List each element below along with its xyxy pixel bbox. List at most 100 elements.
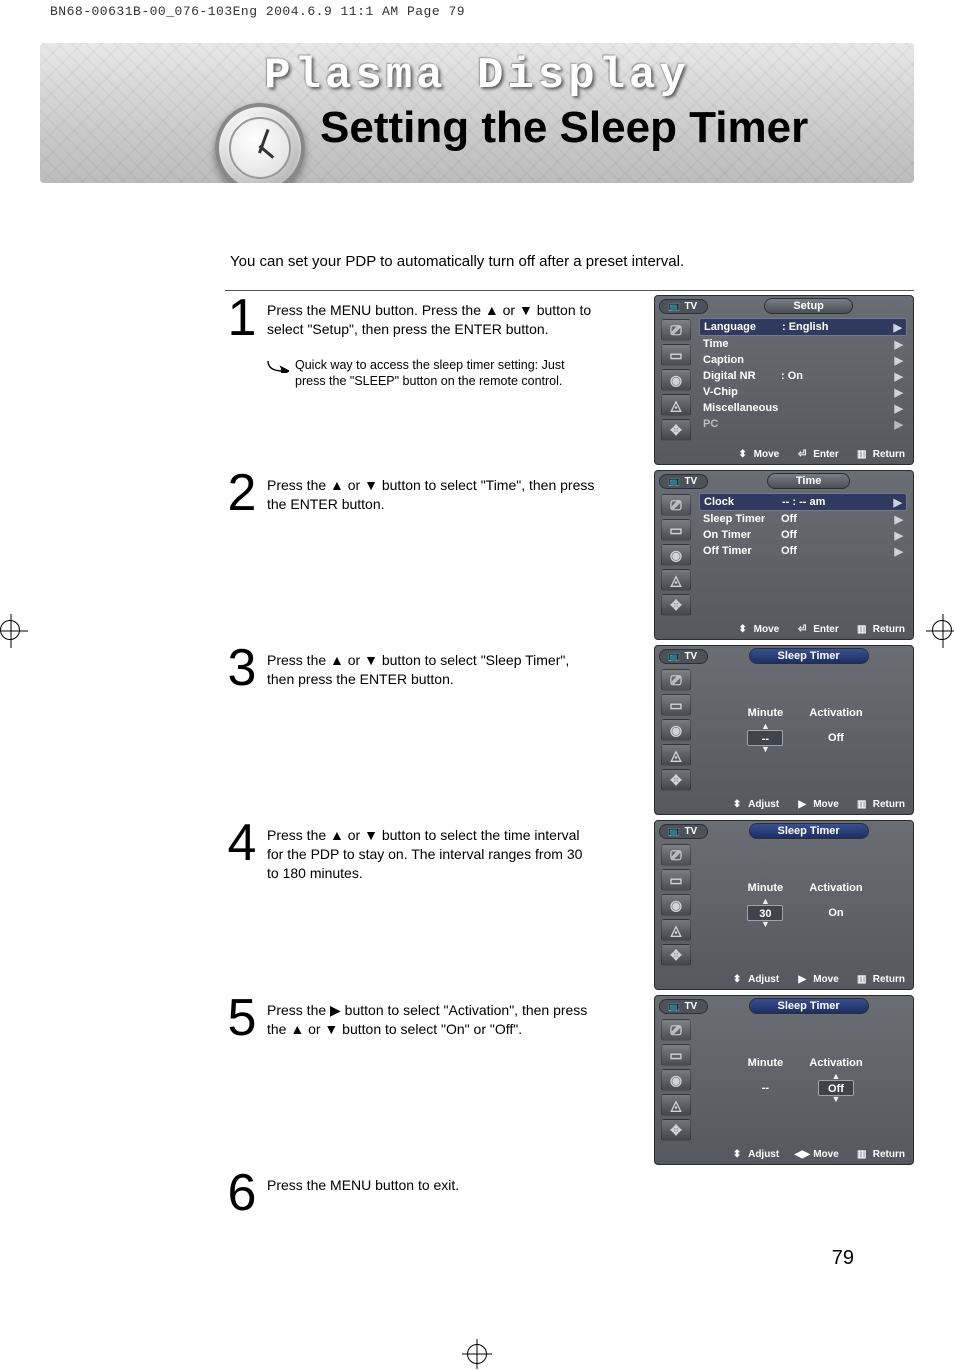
menu-label: PC — [703, 418, 781, 430]
step-text: Press the ▲ or ▼ button to select the ti… — [267, 827, 582, 881]
activation-label: Activation — [809, 882, 862, 894]
step-2: 2 Press the ▲ or ▼ button to select "Tim… — [225, 466, 914, 641]
tv-pill: 📺TV — [659, 649, 708, 664]
return-icon: ▥ — [855, 623, 869, 635]
sound-icon: ◉ — [661, 369, 691, 391]
menu-row[interactable]: Sleep TimerOff▶ — [699, 511, 907, 527]
activation-label: Activation — [809, 1057, 862, 1069]
picture-icon: ▭ — [661, 869, 691, 891]
page-title: Setting the Sleep Timer — [320, 103, 808, 153]
sound-icon: ◉ — [661, 894, 691, 916]
osd-side-icons: ⎚ ▭ ◉ ◬ ✥ — [655, 491, 697, 619]
tv-pill: 📺TV — [659, 824, 708, 839]
enter-icon: ⏎ — [795, 623, 809, 635]
return-icon: ▥ — [855, 798, 869, 810]
menu-row[interactable]: Miscellaneous▶ — [699, 400, 907, 416]
chevron-right-icon: ▶ — [893, 338, 903, 351]
menu-row[interactable]: Language: English▶ — [699, 318, 907, 336]
step-number: 6 — [225, 1170, 259, 1217]
return-icon: ▥ — [855, 973, 869, 985]
channel-icon: ◬ — [661, 1094, 691, 1116]
input-icon: ⎚ — [661, 844, 691, 866]
tv-pill: 📺TV — [659, 299, 708, 314]
osd-footer: ⬍Move ⏎Enter ▥Return — [655, 619, 913, 637]
osd-side-icons: ⎚ ▭ ◉ ◬ ✥ — [655, 666, 697, 794]
step-number: 3 — [225, 645, 259, 692]
picture-icon: ▭ — [661, 1044, 691, 1066]
osd-sleep-timer: 📺TV Sleep Timer ⎚ ▭ ◉ ◬ ✥ Minute ▲30▼ Ac… — [654, 820, 914, 990]
updown-icon: ⬍ — [736, 448, 750, 460]
page-banner: Plasma Display Setting the Sleep Timer — [40, 43, 914, 183]
minute-label: Minute — [747, 707, 783, 719]
chevron-right-icon: ▶ — [893, 418, 903, 431]
setup-icon: ✥ — [661, 419, 691, 441]
menu-row[interactable]: Off TimerOff▶ — [699, 543, 907, 559]
menu-label: Miscellaneous — [703, 402, 781, 414]
page-number: 79 — [40, 1247, 854, 1270]
channel-icon: ◬ — [661, 394, 691, 416]
menu-row[interactable]: Caption ▶ — [699, 352, 907, 368]
enter-icon: ⏎ — [795, 448, 809, 460]
menu-row[interactable]: Time ▶ — [699, 336, 907, 352]
osd-footer: ⬍Move ⏎Enter ▥Return — [655, 444, 913, 462]
step-1: 1 Press the MENU button. Press the ▲ or … — [225, 291, 914, 466]
osd-title: Time — [767, 473, 850, 489]
updown-icon: ⬍ — [736, 623, 750, 635]
input-icon: ⎚ — [661, 669, 691, 691]
osd-sleep-timer: 📺TV Sleep Timer ⎚ ▭ ◉ ◬ ✥ Minute -- Acti… — [654, 995, 914, 1165]
step-text: Press the MENU button to exit. — [267, 1177, 459, 1193]
menu-row[interactable]: On TimerOff▶ — [699, 527, 907, 543]
osd-time: 📺TV Time ⎚ ▭ ◉ ◬ ✥ Clock-- : -- am▶Sleep… — [654, 470, 914, 640]
move-icon: ◀▶ — [795, 1148, 809, 1160]
registration-mark-right — [932, 620, 954, 642]
minute-col[interactable]: Minute ▲30▼ — [747, 882, 783, 928]
menu-value: Off — [781, 513, 893, 525]
menu-row[interactable]: Clock-- : -- am▶ — [699, 493, 907, 511]
channel-icon: ◬ — [661, 919, 691, 941]
menu-row[interactable]: Digital NR: On▶ — [699, 368, 907, 384]
osd-footer: ⬍Adjust ▶Move ▥Return — [655, 969, 913, 987]
menu-label: Caption — [703, 354, 781, 366]
input-icon: ⎚ — [661, 1019, 691, 1041]
minute-label: Minute — [747, 882, 783, 894]
menu-value: : On — [781, 370, 893, 382]
return-icon: ▥ — [855, 1148, 869, 1160]
menu-label: Time — [703, 338, 781, 350]
osd-side-icons: ⎚ ▭ ◉ ◬ ✥ — [655, 1016, 697, 1144]
step-5: 5 Press the ▶ button to select "Activati… — [225, 991, 914, 1166]
activation-col[interactable]: Activation On — [809, 882, 862, 928]
chevron-right-icon: ▶ — [893, 529, 903, 542]
move-icon: ▶ — [795, 798, 809, 810]
menu-label: On Timer — [703, 529, 781, 541]
osd-title: Sleep Timer — [749, 998, 869, 1014]
step-3: 3 Press the ▲ or ▼ button to select "Sle… — [225, 641, 914, 816]
activation-label: Activation — [809, 707, 862, 719]
menu-label: V-Chip — [703, 386, 781, 398]
setup-icon: ✥ — [661, 594, 691, 616]
minute-col[interactable]: Minute ▲--▼ — [747, 707, 783, 753]
clock-icon — [215, 103, 305, 183]
minute-col[interactable]: Minute -- — [747, 1057, 783, 1103]
activation-col[interactable]: Activation Off — [809, 707, 862, 753]
activation-col[interactable]: Activation ▲Off▼ — [809, 1057, 862, 1103]
menu-label: Clock — [704, 496, 782, 508]
updown-icon: ⬍ — [730, 973, 744, 985]
tip-arrow-icon — [267, 359, 289, 373]
menu-label: Sleep Timer — [703, 513, 781, 525]
step-text: Press the ▲ or ▼ button to select "Time"… — [267, 477, 594, 512]
chevron-right-icon: ▶ — [893, 354, 903, 367]
menu-value: -- : -- am — [782, 496, 892, 508]
setup-icon: ✥ — [661, 944, 691, 966]
sound-icon: ◉ — [661, 1069, 691, 1091]
step-text: Press the ▲ or ▼ button to select "Sleep… — [267, 652, 569, 687]
menu-row[interactable]: V-Chip▶ — [699, 384, 907, 400]
osd-title: Setup — [764, 298, 853, 314]
osd-footer: ⬍Adjust ◀▶Move ▥Return — [655, 1144, 913, 1162]
menu-row[interactable]: PC ▶ — [699, 416, 907, 432]
setup-icon: ✥ — [661, 1119, 691, 1141]
chevron-right-icon: ▶ — [893, 370, 903, 383]
picture-icon: ▭ — [661, 694, 691, 716]
step-number: 4 — [225, 820, 259, 867]
picture-icon: ▭ — [661, 344, 691, 366]
osd-setup: 📺TV Setup ⎚ ▭ ◉ ◬ ✥ Language: English▶Ti… — [654, 295, 914, 465]
